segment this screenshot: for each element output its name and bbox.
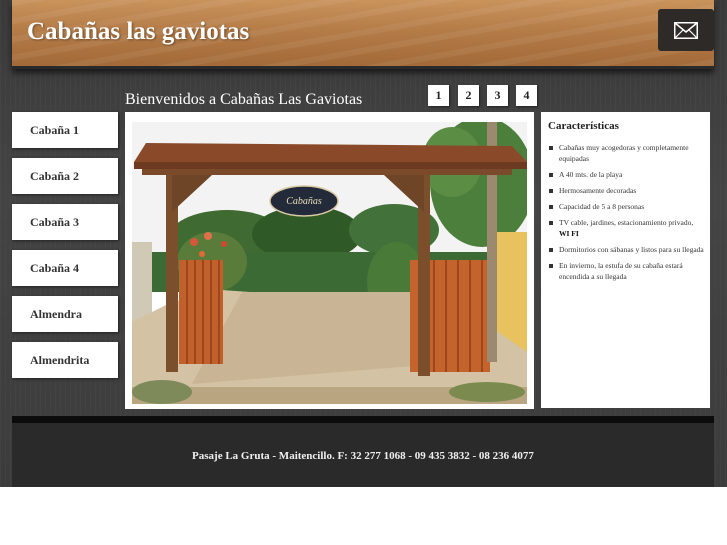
- features-list: Cabañas muy acogedoras y completamente e…: [548, 142, 704, 282]
- sidebar-nav: Cabaña 1 Cabaña 2 Cabaña 3 Cabaña 4 Alme…: [12, 112, 118, 388]
- page-button-3[interactable]: 3: [487, 85, 508, 106]
- nav-item-cabana-4[interactable]: Cabaña 4: [12, 250, 118, 286]
- feature-item: En invierno, la estufa de su cabaña esta…: [548, 260, 704, 282]
- feature-item: Hermosamente decoradas: [548, 185, 704, 196]
- footer-contact: Pasaje La Gruta - Maitencillo. F: 32 277…: [192, 450, 534, 462]
- feature-item: Capacidad de 5 a 8 personas: [548, 201, 704, 212]
- entrance-photo: Cabañas: [132, 122, 527, 404]
- features-title: Características: [548, 120, 619, 132]
- welcome-heading: Bienvenidos a Cabañas Las Gaviotas: [125, 91, 363, 108]
- features-panel: Características Cabañas muy acogedoras y…: [541, 112, 710, 408]
- site-footer: Pasaje La Gruta - Maitencillo. F: 32 277…: [12, 416, 714, 487]
- page-button-4[interactable]: 4: [516, 85, 537, 106]
- sign-text: Cabañas: [286, 196, 322, 207]
- feature-item: TV cable, jardines, estacionamiento priv…: [548, 217, 704, 239]
- site-title[interactable]: Cabañas las gaviotas: [27, 18, 249, 46]
- nav-item-cabana-2[interactable]: Cabaña 2: [12, 158, 118, 194]
- slideshow-pager: 1 2 3 4: [428, 85, 537, 106]
- nav-item-cabana-1[interactable]: Cabaña 1: [12, 112, 118, 148]
- slideshow-frame: Cabañas: [125, 112, 534, 409]
- feature-item-text: TV cable, jardines, estacionamiento priv…: [559, 218, 694, 227]
- nav-item-cabana-3[interactable]: Cabaña 3: [12, 204, 118, 240]
- nav-item-almendra[interactable]: Almendra: [12, 296, 118, 332]
- feature-item: A 40 mts. de la playa: [548, 169, 704, 180]
- nav-item-almendrita[interactable]: Almendrita: [12, 342, 118, 378]
- mail-button[interactable]: [658, 9, 714, 51]
- feature-item: Dormitorios con sábanas y listos para su…: [548, 244, 704, 255]
- page-button-2[interactable]: 2: [458, 85, 479, 106]
- feature-wifi: WI FI: [559, 229, 579, 238]
- site-header: Cabañas las gaviotas: [12, 0, 714, 69]
- page-button-1[interactable]: 1: [428, 85, 449, 106]
- envelope-icon: [674, 21, 698, 39]
- feature-item: Cabañas muy acogedoras y completamente e…: [548, 142, 704, 164]
